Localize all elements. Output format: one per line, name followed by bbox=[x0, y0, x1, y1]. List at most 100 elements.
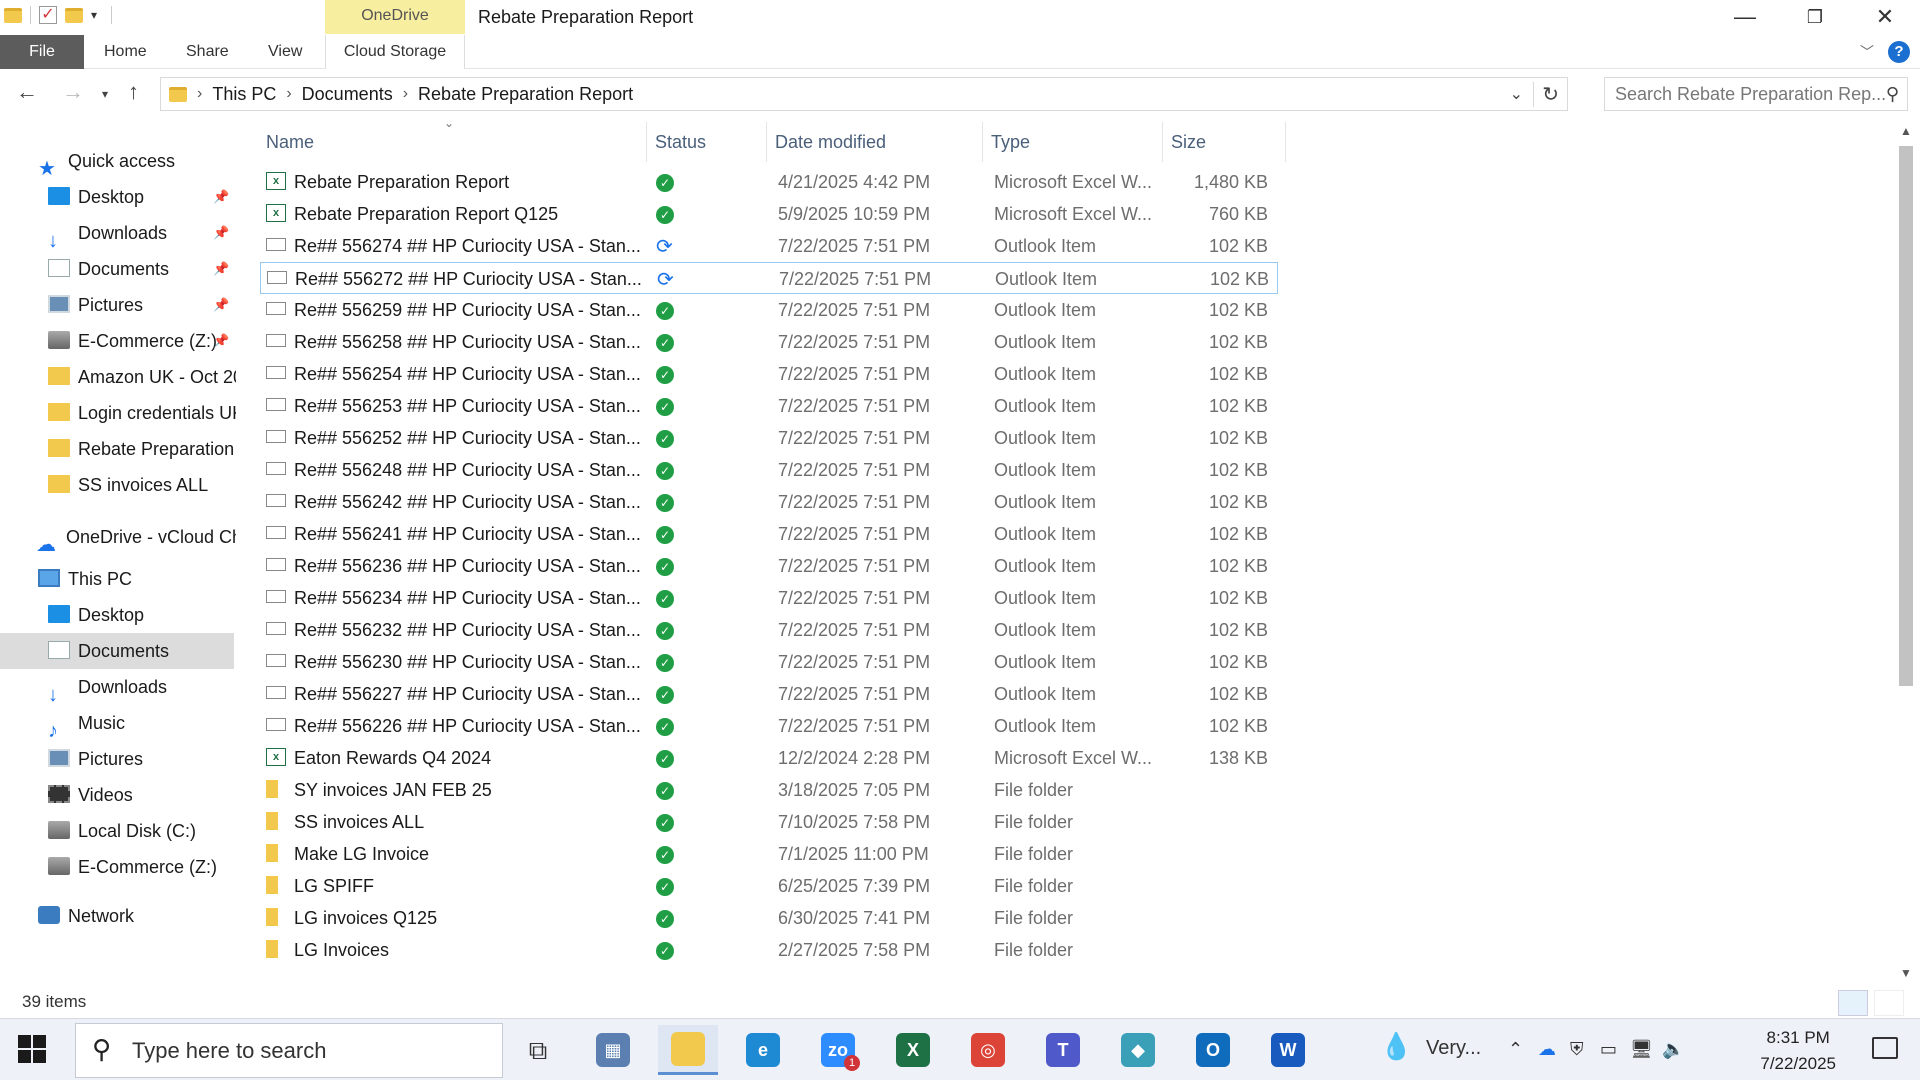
table-row[interactable]: Re## 556248 ## HP Curiocity USA - Stan..… bbox=[260, 454, 1278, 486]
weather-text[interactable]: Very... bbox=[1426, 1037, 1481, 1060]
table-row[interactable]: Re## 556242 ## HP Curiocity USA - Stan..… bbox=[260, 486, 1278, 518]
teams-taskbar-button[interactable]: T bbox=[1033, 1025, 1093, 1075]
search-box[interactable]: Search Rebate Preparation Rep... ⚲ bbox=[1604, 77, 1908, 111]
file-name-cell[interactable]: SY invoices JAN FEB 25 bbox=[266, 774, 646, 806]
nav-quick-access-item[interactable]: Amazon UK - Oct 20 bbox=[0, 359, 236, 395]
table-row[interactable]: LG Invoices ✓ 2/27/2025 7:58 PM File folder bbox=[260, 934, 1278, 966]
nav-quick-access-item[interactable]: Documents 📌 bbox=[0, 251, 236, 287]
nav-quick-access-item[interactable]: E-Commerce (Z:) 📌 bbox=[0, 323, 236, 359]
pin-icon[interactable]: 📌 bbox=[213, 251, 229, 287]
nav-quick-access-item[interactable]: Rebate Preparation R bbox=[0, 431, 236, 467]
scrollbar-thumb[interactable] bbox=[1899, 146, 1913, 686]
app-diamond-taskbar-button[interactable]: ◆ bbox=[1108, 1025, 1168, 1075]
nav-network[interactable]: Network bbox=[0, 898, 236, 934]
chevron-right-icon[interactable]: › bbox=[197, 85, 202, 103]
table-row[interactable]: Re## 556272 ## HP Curiocity USA - Stan..… bbox=[260, 262, 1278, 294]
chrome-taskbar-button[interactable]: ◎ bbox=[958, 1025, 1018, 1075]
restore-button[interactable]: ❐ bbox=[1780, 0, 1850, 34]
help-button[interactable]: ? bbox=[1888, 41, 1910, 63]
weather-icon[interactable]: 💧 bbox=[1380, 1031, 1412, 1062]
table-row[interactable]: Re## 556274 ## HP Curiocity USA - Stan..… bbox=[260, 230, 1278, 262]
new-folder-icon[interactable] bbox=[65, 7, 83, 23]
file-name-cell[interactable]: x Rebate Preparation Report Q125 bbox=[266, 198, 646, 230]
tab-share[interactable]: Share bbox=[186, 35, 229, 69]
nav-quick-access[interactable]: ★ Quick access bbox=[0, 143, 236, 179]
file-name-cell[interactable]: Re## 556230 ## HP Curiocity USA - Stan..… bbox=[266, 646, 646, 678]
clock[interactable]: 8:31 PM 7/22/2025 bbox=[1760, 1025, 1836, 1077]
table-row[interactable]: Re## 556252 ## HP Curiocity USA - Stan..… bbox=[260, 422, 1278, 454]
table-row[interactable]: Re## 556258 ## HP Curiocity USA - Stan..… bbox=[260, 326, 1278, 358]
file-name-cell[interactable]: Re## 556234 ## HP Curiocity USA - Stan..… bbox=[266, 582, 646, 614]
breadcrumb-this-pc[interactable]: This PC bbox=[212, 84, 276, 105]
file-name-cell[interactable]: Re## 556242 ## HP Curiocity USA - Stan..… bbox=[266, 486, 646, 518]
details-view-button[interactable] bbox=[1838, 990, 1868, 1016]
file-name-cell[interactable]: x Rebate Preparation Report bbox=[266, 166, 646, 198]
show-hidden-icons-chevron-icon[interactable]: ⌃ bbox=[1508, 1039, 1523, 1060]
file-name-cell[interactable]: Re## 556252 ## HP Curiocity USA - Stan..… bbox=[266, 422, 646, 454]
table-row[interactable]: Re## 556232 ## HP Curiocity USA - Stan..… bbox=[260, 614, 1278, 646]
table-row[interactable]: Re## 556253 ## HP Curiocity USA - Stan..… bbox=[260, 390, 1278, 422]
pin-icon[interactable]: 📌 bbox=[213, 323, 229, 359]
customize-qat-icon[interactable]: ▾ bbox=[91, 8, 97, 22]
refresh-icon[interactable]: ↻ bbox=[1533, 82, 1559, 107]
table-row[interactable]: Re## 556230 ## HP Curiocity USA - Stan..… bbox=[260, 646, 1278, 678]
windows-start-icon[interactable] bbox=[18, 1035, 48, 1065]
nav-this-pc-item[interactable]: Pictures bbox=[0, 741, 236, 777]
nav-this-pc[interactable]: This PC bbox=[0, 561, 236, 597]
pin-icon[interactable]: 📌 bbox=[213, 215, 229, 251]
nav-quick-access-item[interactable]: Pictures 📌 bbox=[0, 287, 236, 323]
file-name-cell[interactable]: x Eaton Rewards Q4 2024 bbox=[266, 742, 646, 774]
network-tray-icon[interactable]: 🖥 bbox=[1630, 1039, 1653, 1060]
nav-quick-access-item[interactable]: SS invoices ALL bbox=[0, 467, 236, 503]
table-row[interactable]: Re## 556254 ## HP Curiocity USA - Stan..… bbox=[260, 358, 1278, 390]
taskbar-search-box[interactable]: ⚲ Type here to search bbox=[75, 1023, 503, 1078]
nav-this-pc-item[interactable]: Videos bbox=[0, 777, 236, 813]
tab-view[interactable]: View bbox=[268, 35, 302, 69]
file-name-cell[interactable]: Re## 556272 ## HP Curiocity USA - Stan..… bbox=[267, 263, 647, 295]
file-name-cell[interactable]: Make LG Invoice bbox=[266, 838, 646, 870]
tab-cloud-storage[interactable]: Cloud Storage bbox=[325, 35, 465, 69]
file-name-cell[interactable]: Re## 556258 ## HP Curiocity USA - Stan..… bbox=[266, 326, 646, 358]
nav-quick-access-item[interactable]: Desktop 📌 bbox=[0, 179, 236, 215]
file-name-cell[interactable]: LG invoices Q125 bbox=[266, 902, 646, 934]
nav-this-pc-item[interactable]: E-Commerce (Z:) bbox=[0, 849, 236, 885]
file-name-cell[interactable]: LG Invoices bbox=[266, 934, 646, 966]
column-header-name[interactable]: Name bbox=[258, 122, 647, 162]
tab-home[interactable]: Home bbox=[104, 35, 147, 69]
file-name-cell[interactable]: Re## 556232 ## HP Curiocity USA - Stan..… bbox=[266, 614, 646, 646]
nav-this-pc-item[interactable]: Local Disk (C:) bbox=[0, 813, 236, 849]
battery-icon[interactable]: ▭ bbox=[1600, 1039, 1617, 1060]
column-header-status[interactable]: Status bbox=[647, 122, 767, 162]
table-row[interactable]: SS invoices ALL ✓ 7/10/2025 7:58 PM File fo… bbox=[260, 806, 1278, 838]
table-row[interactable]: x Eaton Rewards Q4 2024 ✓ 12/2/2024 2:28 PM… bbox=[260, 742, 1278, 774]
scroll-up-icon[interactable]: ▲ bbox=[1900, 124, 1912, 138]
close-button[interactable]: ✕ bbox=[1850, 0, 1920, 34]
table-row[interactable]: Re## 556259 ## HP Curiocity USA - Stan..… bbox=[260, 294, 1278, 326]
table-row[interactable]: Make LG Invoice ✓ 7/1/2025 11:00 PM File fo… bbox=[260, 838, 1278, 870]
table-row[interactable]: SY invoices JAN FEB 25 ✓ 3/18/2025 7:05 PM… bbox=[260, 774, 1278, 806]
file-name-cell[interactable]: Re## 556248 ## HP Curiocity USA - Stan..… bbox=[266, 454, 646, 486]
forward-arrow-icon[interactable]: → bbox=[62, 79, 84, 105]
address-bar[interactable]: › This PC › Documents › Rebate Preparati… bbox=[160, 77, 1568, 111]
nav-this-pc-item[interactable]: ♪ Music bbox=[0, 705, 236, 741]
address-dropdown-icon[interactable]: ⌄ bbox=[1510, 84, 1523, 104]
file-name-cell[interactable]: SS invoices ALL bbox=[266, 806, 646, 838]
table-row[interactable]: LG SPIFF ✓ 6/25/2025 7:39 PM File folder bbox=[260, 870, 1278, 902]
minimize-button[interactable]: — bbox=[1710, 0, 1780, 34]
calculator-taskbar-button[interactable]: ▦ bbox=[583, 1025, 643, 1075]
table-row[interactable]: Re## 556226 ## HP Curiocity USA - Stan..… bbox=[260, 710, 1278, 742]
file-name-cell[interactable]: Re## 556274 ## HP Curiocity USA - Stan..… bbox=[266, 230, 646, 262]
file-name-cell[interactable]: Re## 556227 ## HP Curiocity USA - Stan..… bbox=[266, 678, 646, 710]
scroll-down-icon[interactable]: ▼ bbox=[1900, 966, 1912, 980]
file-name-cell[interactable]: Re## 556236 ## HP Curiocity USA - Stan..… bbox=[266, 550, 646, 582]
table-row[interactable]: x Rebate Preparation Report ✓ 4/21/2025 4:4… bbox=[260, 166, 1278, 198]
search-input[interactable]: Search Rebate Preparation Rep... bbox=[1615, 84, 1886, 104]
file-name-cell[interactable]: Re## 556226 ## HP Curiocity USA - Stan..… bbox=[266, 710, 646, 742]
nav-quick-access-item[interactable]: Login credentials UK bbox=[0, 395, 236, 431]
file-explorer-taskbar-button[interactable] bbox=[658, 1025, 718, 1075]
notification-center-icon[interactable] bbox=[1872, 1037, 1898, 1059]
taskbar-search-input[interactable]: Type here to search bbox=[132, 1038, 326, 1064]
table-row[interactable]: LG invoices Q125 ✓ 6/30/2025 7:41 PM File f… bbox=[260, 902, 1278, 934]
file-name-cell[interactable]: Re## 556259 ## HP Curiocity USA - Stan..… bbox=[266, 294, 646, 326]
volume-icon[interactable]: 🔈 bbox=[1662, 1039, 1684, 1060]
